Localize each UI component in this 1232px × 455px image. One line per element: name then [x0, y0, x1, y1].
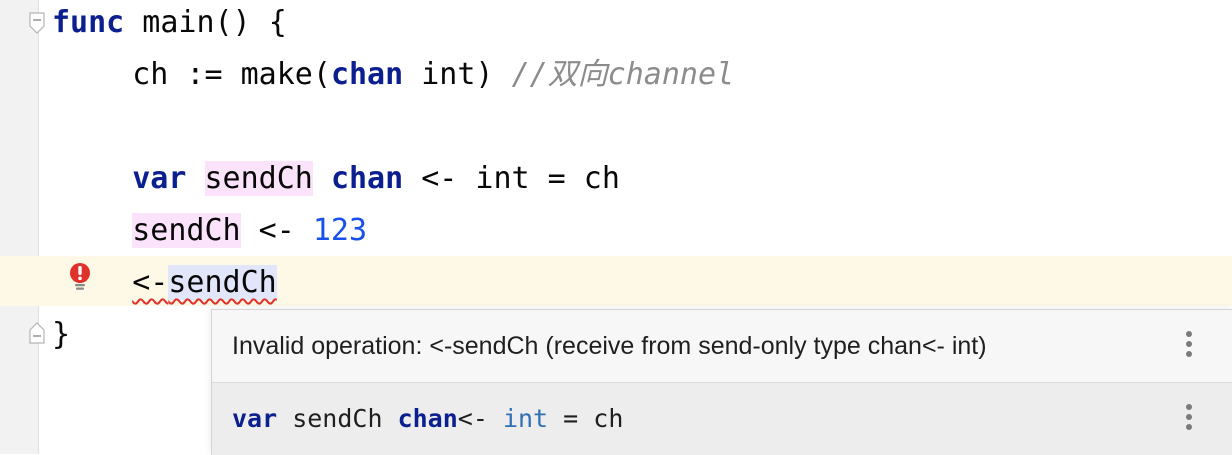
more-vertical-icon[interactable] [1185, 331, 1193, 361]
chan-keyword: chan [330, 57, 404, 92]
receive-operator: <- [132, 265, 169, 300]
code-line-4[interactable]: var sendCh chan <- int = ch [60, 153, 620, 205]
error-message: Invalid operation: <-sendCh (receive fro… [232, 332, 987, 360]
fold-marker-icon[interactable] [28, 12, 46, 34]
func-signature: main() { [124, 5, 287, 40]
decl-type: int [502, 404, 549, 433]
chan-keyword: chan [330, 161, 404, 196]
decl-name: sendCh [277, 404, 398, 433]
more-vertical-icon[interactable] [1185, 404, 1193, 434]
chan-keyword: chan [397, 404, 458, 433]
number-literal: 123 [312, 213, 368, 248]
sendch-declaration: sendCh [204, 161, 313, 196]
make-call: ch := make( [132, 57, 331, 92]
code-line-5[interactable]: sendCh <- 123 [60, 205, 367, 257]
int-type: int) [403, 57, 512, 92]
error-message-section: Invalid operation: <-sendCh (receive fro… [212, 310, 1232, 383]
decl-arrow: <- [457, 404, 503, 433]
var-keyword: var [132, 161, 187, 196]
code-comment: //双向channel [511, 57, 735, 92]
closing-brace: } [52, 317, 71, 352]
gutter-divider [38, 0, 39, 454]
sendch-usage: sendCh [132, 213, 241, 248]
send-operator: <- [240, 213, 313, 248]
func-keyword: func [52, 5, 125, 40]
code-line-7[interactable]: } [52, 309, 70, 361]
decl-rest: = ch [548, 404, 624, 433]
var-keyword: var [232, 404, 278, 433]
fold-end-marker-icon[interactable] [28, 322, 46, 344]
code-line-2[interactable]: ch := make(chan int) //双向channel [60, 49, 734, 101]
declaration-section[interactable]: var sendCh chan<- int = ch [212, 383, 1232, 455]
error-tooltip-popup[interactable]: Invalid operation: <-sendCh (receive fro… [211, 309, 1232, 455]
declaration-text: var sendCh chan<- int = ch [232, 383, 623, 455]
code-line-6[interactable]: <-sendCh [60, 257, 277, 309]
chan-type-rest: <- int = ch [403, 161, 620, 196]
editor-gutter [0, 0, 38, 454]
sendch-receive-error: sendCh [168, 265, 277, 300]
code-line-1[interactable]: func main() { [52, 0, 287, 49]
